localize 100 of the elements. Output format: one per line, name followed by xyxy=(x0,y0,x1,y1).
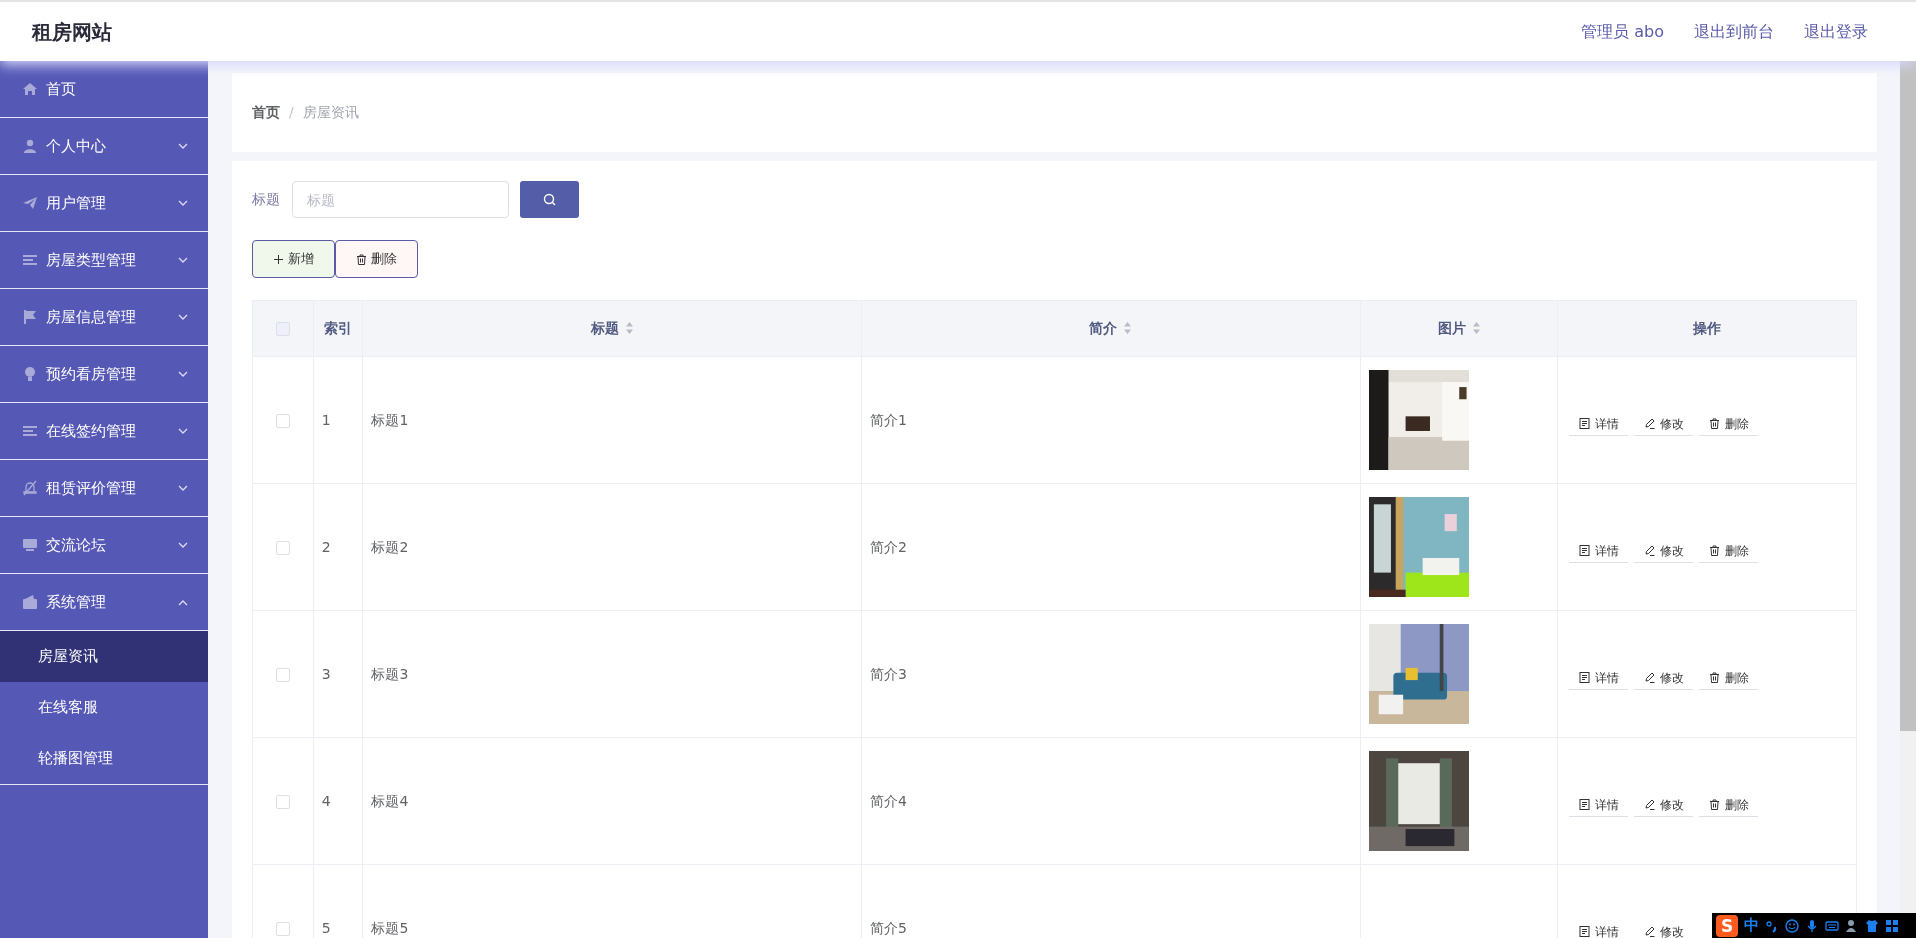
sidebar-item[interactable]: 首页 xyxy=(0,61,208,118)
pencil-icon xyxy=(1643,672,1655,683)
sort-icon[interactable] xyxy=(624,321,634,335)
delete-button[interactable]: 删除 xyxy=(335,240,418,278)
user-icon[interactable] xyxy=(1845,918,1859,933)
table-cell: 2 xyxy=(313,483,363,611)
trash-icon xyxy=(1708,418,1720,429)
breadcrumb-item: 房屋资讯 xyxy=(302,103,359,122)
header-link[interactable]: 管理员 abo xyxy=(1581,19,1664,44)
sort-icon[interactable] xyxy=(1471,321,1481,335)
select-all-checkbox[interactable] xyxy=(275,322,290,336)
ime-mode-toggle[interactable]: 中 xyxy=(1744,914,1759,937)
sidebar-item[interactable]: 预约看房管理 xyxy=(0,346,208,403)
document-icon xyxy=(1578,545,1590,556)
search-button[interactable] xyxy=(520,181,579,218)
table-cell: 1 xyxy=(313,356,363,484)
submenu-item[interactable]: 在线客服 xyxy=(0,682,208,733)
submenu-item[interactable]: 房屋资讯 xyxy=(0,631,208,682)
sidebar-item[interactable]: 租赁评价管理 xyxy=(0,460,208,517)
monitor-icon xyxy=(22,537,38,553)
table-cell: 标题3 xyxy=(362,610,862,738)
search-icon xyxy=(543,193,556,206)
trash-icon xyxy=(1708,545,1720,556)
table-cell: 简介5 xyxy=(861,864,1361,938)
column-header[interactable]: 标题 xyxy=(590,320,619,336)
trash-icon xyxy=(1708,672,1720,683)
document-icon xyxy=(1578,418,1590,429)
document-icon xyxy=(1578,672,1590,683)
sidebar-label: 首页 xyxy=(46,78,77,100)
sidebar-label: 房屋信息管理 xyxy=(46,306,137,328)
pencil-icon xyxy=(1643,545,1655,556)
sidebar-label: 交流论坛 xyxy=(46,534,107,556)
column-header: 操作 xyxy=(1693,320,1722,336)
add-button[interactable]: 新增 xyxy=(252,240,335,278)
document-icon xyxy=(1578,926,1590,937)
send-icon xyxy=(22,195,38,211)
smiley-icon[interactable] xyxy=(1785,918,1799,933)
table-cell: 简介4 xyxy=(861,737,1361,865)
table-cell: 标题2 xyxy=(362,483,862,611)
trash-icon xyxy=(356,253,367,265)
table-cell: 4 xyxy=(313,737,363,865)
row-checkbox[interactable] xyxy=(275,667,290,682)
table-cell: 标题1 xyxy=(362,356,862,484)
grid-icon[interactable] xyxy=(1885,918,1899,933)
header-link[interactable]: 退出到前台 xyxy=(1694,19,1774,44)
sidebar-label: 系统管理 xyxy=(46,591,107,613)
sort-icon[interactable] xyxy=(1123,321,1133,335)
row-checkbox[interactable] xyxy=(275,413,290,428)
column-header[interactable]: 图片 xyxy=(1437,320,1466,336)
flag-icon xyxy=(22,309,38,325)
scrollbar[interactable] xyxy=(1900,61,1916,913)
punctuation-icon[interactable] xyxy=(1765,918,1779,933)
table-cell: 3 xyxy=(313,610,363,738)
submenu-item[interactable]: 轮播图管理 xyxy=(0,733,208,784)
sidebar-label: 用户管理 xyxy=(46,192,107,214)
breadcrumb-separator: / xyxy=(289,103,294,122)
bulb-icon xyxy=(22,366,38,382)
home-icon xyxy=(22,81,38,97)
table-cell: 简介3 xyxy=(861,610,1361,738)
sidebar-item[interactable]: 在线签约管理 xyxy=(0,403,208,460)
plus-icon xyxy=(273,253,284,265)
sidebar-label: 个人中心 xyxy=(46,135,107,157)
site-title: 租房网站 xyxy=(32,18,112,46)
search-field[interactable]: 标题 xyxy=(292,181,509,218)
sidebar-label: 预约看房管理 xyxy=(46,363,137,385)
row-checkbox[interactable] xyxy=(275,540,290,555)
wallet-icon xyxy=(22,594,38,610)
keyboard-icon[interactable] xyxy=(1825,918,1839,933)
sidebar-item[interactable]: 个人中心 xyxy=(0,118,208,175)
shirt-icon[interactable] xyxy=(1865,918,1879,933)
pencil-icon xyxy=(1643,926,1655,937)
table-cell: 标题4 xyxy=(362,737,862,865)
sidebar-item[interactable]: 交流论坛 xyxy=(0,517,208,574)
bell-icon xyxy=(22,480,38,496)
list-icon xyxy=(22,423,38,439)
table-cell: 标题5 xyxy=(362,864,862,938)
row-checkbox[interactable] xyxy=(275,794,290,809)
table-cell: 简介1 xyxy=(861,356,1361,484)
column-header[interactable]: 简介 xyxy=(1089,320,1118,336)
microphone-icon[interactable] xyxy=(1805,918,1819,933)
scrollbar-thumb[interactable] xyxy=(1900,61,1916,731)
list-icon xyxy=(22,252,38,268)
pencil-icon xyxy=(1643,418,1655,429)
header-link[interactable]: 退出登录 xyxy=(1804,19,1868,44)
person-icon xyxy=(22,138,38,154)
sidebar-item[interactable]: 房屋类型管理 xyxy=(0,232,208,289)
pencil-icon xyxy=(1643,799,1655,810)
sidebar-label: 在线签约管理 xyxy=(46,420,137,442)
sidebar-item[interactable]: 用户管理 xyxy=(0,175,208,232)
table-cell: 简介2 xyxy=(861,483,1361,611)
breadcrumb-item[interactable]: 首页 xyxy=(252,102,280,123)
trash-icon xyxy=(1708,799,1720,810)
sidebar-label: 租赁评价管理 xyxy=(46,477,137,499)
row-checkbox[interactable] xyxy=(275,921,290,936)
sidebar-item[interactable]: 房屋信息管理 xyxy=(0,289,208,346)
column-header: 索引 xyxy=(324,320,352,336)
sidebar-label: 房屋类型管理 xyxy=(46,249,137,271)
document-icon xyxy=(1578,799,1590,810)
table-cell: 5 xyxy=(313,864,363,938)
search-label: 标题 xyxy=(252,190,280,209)
